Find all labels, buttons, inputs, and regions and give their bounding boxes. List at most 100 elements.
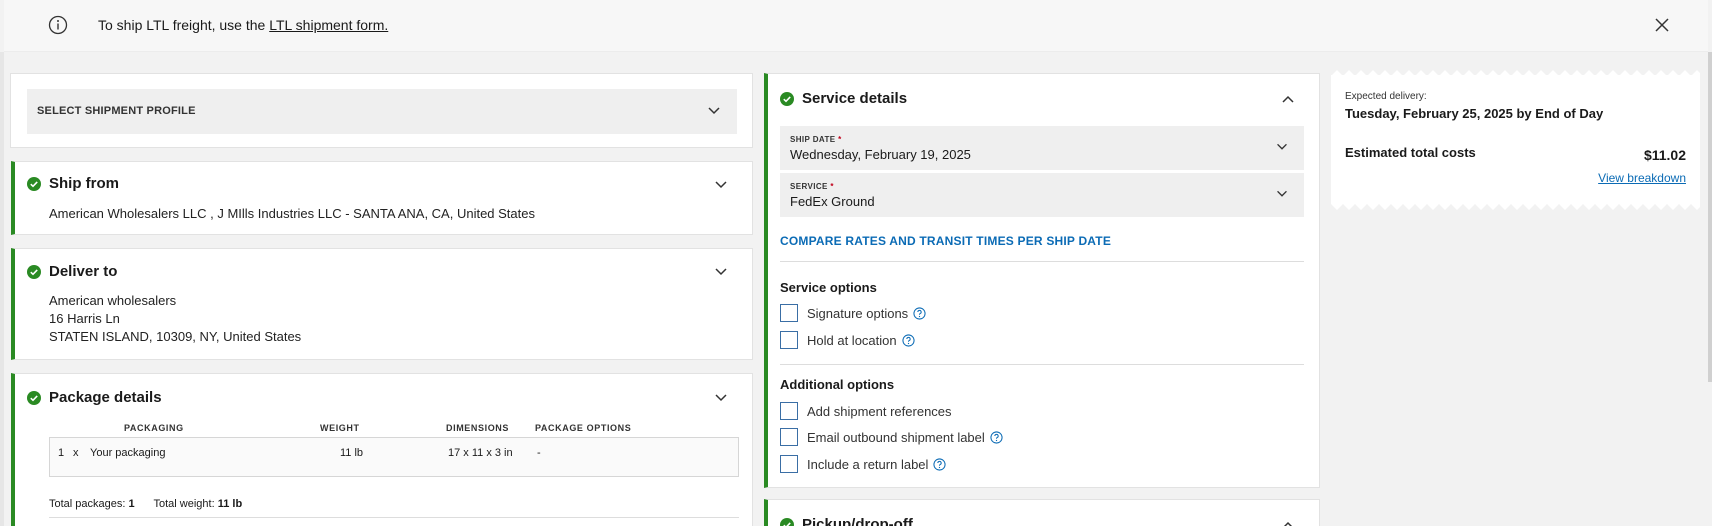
add-shipment-references-option: Add shipment references: [780, 402, 952, 420]
check-circle-icon: [27, 264, 41, 279]
add-shipment-references-checkbox[interactable]: [780, 402, 798, 420]
help-icon[interactable]: [902, 333, 915, 347]
total-weight-label: Total weight:: [153, 498, 215, 510]
additional-options-title: Additional options: [780, 377, 895, 392]
ship-date-select[interactable]: SHIP DATE * Wednesday, February 19, 2025: [780, 126, 1304, 170]
service-label-text: SERVICE: [790, 182, 828, 191]
expected-delivery-value: Tuesday, February 25, 2025 by End of Day: [1345, 106, 1604, 121]
ltl-shipment-form-link[interactable]: LTL shipment form.: [269, 17, 388, 33]
chevron-down-icon[interactable]: [712, 263, 730, 281]
help-icon[interactable]: [913, 306, 926, 320]
include-return-label-label: Include a return label: [807, 456, 929, 472]
service-options-title: Service options: [780, 280, 877, 295]
pickup-dropoff-section: Pickup/drop-off: [764, 499, 1320, 526]
signature-options-checkbox[interactable]: [780, 304, 798, 322]
package-x: x: [73, 447, 79, 459]
help-icon[interactable]: [990, 430, 1003, 444]
col-header-weight: WEIGHT: [320, 423, 360, 433]
service-label: SERVICE *: [790, 182, 834, 191]
close-icon[interactable]: [1653, 16, 1671, 34]
receipt-edge: [1331, 70, 1700, 76]
include-return-label-checkbox[interactable]: [780, 455, 798, 473]
required-mark: *: [830, 182, 834, 191]
service-details-header[interactable]: Service details: [780, 90, 907, 107]
email-outbound-label-checkbox[interactable]: [780, 428, 798, 446]
signature-options-label: Signature options: [807, 305, 909, 321]
chevron-down-icon: [1277, 143, 1287, 150]
chevron-up-icon[interactable]: [1279, 90, 1297, 108]
help-icon[interactable]: [933, 457, 947, 471]
check-circle-icon: [27, 176, 41, 191]
chevron-down-icon[interactable]: [712, 176, 730, 194]
ship-date-value: Wednesday, February 19, 2025: [790, 147, 971, 162]
service-select[interactable]: SERVICE * FedEx Ground: [780, 173, 1304, 217]
receipt-edge: [1331, 204, 1700, 210]
package-details-section: Package details PACKAGING WEIGHT DIMENSI…: [11, 373, 753, 526]
package-qty: 1: [58, 447, 65, 459]
ship-from-address: American Wholesalers LLC , J MIlls Indus…: [49, 206, 535, 221]
col-header-packaging: PACKAGING: [124, 423, 184, 433]
package-weight: 11 lb: [340, 447, 364, 459]
ship-date-label-text: SHIP DATE: [790, 135, 836, 144]
total-weight-value: 11 lb: [217, 498, 243, 510]
email-outbound-label-option: Email outbound shipment label: [780, 428, 1003, 446]
address-line: STATEN ISLAND, 10309, NY, United States: [49, 329, 302, 344]
col-header-dimensions: DIMENSIONS: [446, 423, 510, 433]
hold-at-location-checkbox[interactable]: [780, 331, 798, 349]
ship-date-label: SHIP DATE *: [790, 135, 842, 144]
ship-from-title: Ship from: [49, 175, 119, 192]
banner-text: To ship LTL freight, use the: [98, 17, 270, 33]
service-details-title: Service details: [802, 90, 908, 107]
check-circle-icon: [780, 517, 794, 526]
table-row: 1 x Your packaging 11 lb 17 x 11 x 3 in …: [49, 437, 739, 477]
left-edge: [0, 52, 4, 526]
col-header-package-options: PACKAGE OPTIONS: [535, 423, 632, 433]
divider: [780, 364, 1304, 365]
required-mark: *: [838, 135, 842, 144]
deliver-to-address: American wholesalers 16 Harris Ln STATEN…: [49, 292, 301, 346]
shipment-profile-card: SELECT SHIPMENT PROFILE: [10, 73, 753, 148]
scrollbar[interactable]: [1708, 52, 1712, 382]
package-dimensions: 17 x 11 x 3 in: [448, 447, 513, 459]
include-return-label-option: Include a return label: [780, 455, 947, 473]
ltl-banner: To ship LTL freight, use the LTL shipmen…: [4, 0, 1708, 52]
cost-summary: Expected delivery: Tuesday, February 25,…: [1331, 70, 1700, 210]
add-shipment-references-label: Add shipment references: [807, 403, 952, 419]
pickup-dropoff-title: Pickup/drop-off: [802, 516, 913, 526]
total-packages-label: Total packages:: [49, 498, 126, 510]
compare-rates-link[interactable]: COMPARE RATES AND TRANSIT TIMES PER SHIP…: [780, 234, 1111, 248]
deliver-to-title: Deliver to: [49, 263, 118, 280]
package-details-header[interactable]: Package details: [27, 389, 162, 406]
service-value: FedEx Ground: [790, 194, 875, 209]
divider: [780, 261, 1304, 262]
package-totals: Total packages: 1 Total weight: 11 lb: [49, 498, 258, 510]
service-details-section: Service details SHIP DATE * Wednesday, F…: [764, 73, 1320, 488]
ship-from-section: Ship from American Wholesalers LLC , J M…: [11, 161, 753, 235]
view-breakdown-link[interactable]: View breakdown: [1598, 171, 1686, 185]
signature-options-option: Signature options: [780, 304, 926, 322]
shipment-profile-select[interactable]: SELECT SHIPMENT PROFILE: [27, 89, 737, 134]
chevron-down-icon[interactable]: [712, 389, 730, 407]
chevron-down-icon: [1277, 190, 1287, 197]
total-packages-value: 1: [128, 498, 135, 510]
check-circle-icon: [780, 91, 794, 106]
deliver-to-section: Deliver to American wholesalers 16 Harri…: [11, 248, 753, 360]
deliver-to-header[interactable]: Deliver to: [27, 263, 117, 280]
package-details-title: Package details: [49, 389, 162, 406]
address-line: American wholesalers: [49, 293, 177, 308]
chevron-down-icon: [708, 107, 720, 115]
expected-delivery-label: Expected delivery:: [1345, 91, 1427, 102]
hold-at-location-option: Hold at location: [780, 331, 915, 349]
divider: [49, 517, 739, 518]
email-outbound-label-label: Email outbound shipment label: [807, 429, 985, 445]
banner-message: To ship LTL freight, use the LTL shipmen…: [98, 17, 388, 33]
chevron-up-icon[interactable]: [1279, 516, 1297, 526]
package-options: -: [537, 447, 541, 459]
ship-from-header[interactable]: Ship from: [27, 175, 119, 192]
info-icon: [48, 15, 68, 35]
estimated-total-label: Estimated total costs: [1345, 145, 1476, 160]
shipment-profile-label: SELECT SHIPMENT PROFILE: [37, 105, 196, 117]
address-line: 16 Harris Ln: [49, 311, 120, 326]
package-packaging: Your packaging: [90, 447, 166, 459]
pickup-dropoff-header[interactable]: Pickup/drop-off: [780, 516, 913, 526]
